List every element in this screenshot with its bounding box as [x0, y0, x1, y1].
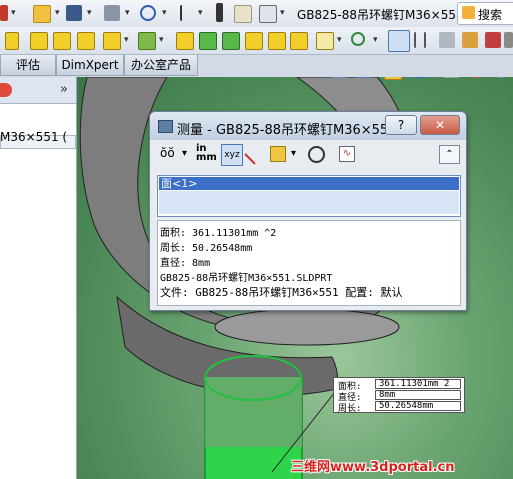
chevron-down-icon[interactable]: ▾	[125, 8, 130, 18]
check-icon[interactable]	[462, 32, 478, 48]
revolve-icon[interactable]	[53, 32, 71, 50]
undo-icon[interactable]	[140, 5, 156, 21]
callout-row: 面积: 361.11301mm 2	[334, 379, 464, 392]
tab-evaluate[interactable]: 评估	[0, 55, 56, 76]
sweep-icon[interactable]	[77, 32, 95, 50]
print-icon[interactable]	[104, 5, 120, 21]
close-button[interactable]: ✕	[420, 115, 460, 135]
view-toolbar	[283, 77, 513, 81]
file-config-result: 文件: GB825-88吊环螺钉M36×551 配置: 默认	[160, 286, 403, 299]
rebuild-traffic-light-icon[interactable]	[216, 3, 223, 22]
hole-icon[interactable]	[268, 32, 286, 50]
selection-list[interactable]: 面<1>	[157, 175, 461, 217]
measure-icon	[158, 120, 173, 133]
chevron-down-icon[interactable]: ▾	[291, 148, 296, 166]
chevron-down-icon[interactable]: ▾	[124, 35, 129, 45]
part-file-result: GB825-88吊环螺钉M36×551.SLDPRT	[160, 273, 333, 284]
arc-circle-measure-icon[interactable]: ŏŏ	[160, 146, 175, 164]
tab-dimxpert[interactable]: DimXpert	[56, 55, 124, 76]
callout-key: 周长:	[338, 404, 362, 414]
fillet-icon[interactable]	[176, 32, 194, 50]
chevron-down-icon[interactable]: ▾	[337, 35, 342, 45]
perimeter-result: 周长: 50.26548mm	[160, 243, 253, 254]
extrude-icon[interactable]	[30, 32, 48, 50]
simulation-icon[interactable]	[504, 32, 513, 48]
loft-icon[interactable]	[103, 32, 121, 50]
feature-tree-item[interactable]: M36×551 (	[0, 130, 67, 144]
rib-icon[interactable]	[245, 32, 263, 50]
watermark: 三维网www.3dportal.cn	[291, 460, 455, 475]
measure-toolbar: ŏŏ ▾ in mm xyz ▾ ∿ ⌃	[156, 143, 460, 168]
hide-show-items-icon[interactable]	[443, 77, 459, 78]
chevron-down-icon[interactable]: ▾	[55, 8, 60, 18]
view-orientation-icon[interactable]	[384, 77, 402, 80]
standard-toolbar: ▾ ▾ ▾ ▾ ▾ ▾ ▾ GB825-88吊环螺钉M36×551 * 搜索	[0, 0, 513, 28]
chevron-down-icon[interactable]: ▾	[373, 35, 378, 45]
edit-appearance-icon[interactable]	[469, 77, 485, 78]
measure-tool-icon[interactable]	[388, 30, 410, 52]
create-sensor-icon[interactable]: ∿	[339, 146, 355, 162]
command-manager-tabs: 评估 DimXpert 办公室产品	[0, 55, 513, 77]
collapse-button[interactable]: ⌃	[439, 145, 460, 164]
statistics-icon[interactable]	[485, 32, 501, 48]
mass-properties-icon[interactable]	[414, 32, 426, 48]
features-toolbar: ▾ ▾ ▾ ▾	[0, 27, 513, 55]
shell-icon[interactable]	[222, 32, 240, 50]
feature-manager-panel: » M36×551 (	[0, 77, 77, 479]
chevron-down-icon[interactable]: ▾	[87, 8, 92, 18]
search-label: 搜索	[478, 8, 503, 22]
callout-value: 8mm	[375, 390, 461, 400]
panel-tab-strip: »	[0, 77, 76, 104]
measure-dialog: 测量 - GB825-88吊环螺钉M36×551 ? ✕ ŏŏ ▾ in mm …	[149, 111, 467, 311]
units-precision-button[interactable]: in mm	[196, 144, 217, 163]
save-icon[interactable]	[66, 5, 82, 21]
open-folder-icon[interactable]	[33, 5, 51, 23]
diameter-result: 直径: 8mm	[160, 258, 211, 269]
reference-geometry-icon[interactable]	[316, 32, 334, 50]
units-bottom-label: mm	[196, 152, 217, 163]
chevron-down-icon[interactable]: ▾	[198, 8, 203, 18]
curves-icon[interactable]	[351, 32, 365, 46]
section-view-icon[interactable]	[355, 77, 371, 78]
dialog-titlebar[interactable]: 测量 - GB825-88吊环螺钉M36×551 ? ✕	[150, 112, 466, 140]
document-title: GB825-88吊环螺钉M36×551 *	[297, 8, 474, 22]
expand-icon[interactable]: »	[60, 82, 68, 97]
appearance-icon[interactable]	[0, 83, 12, 97]
file-properties-icon[interactable]	[234, 5, 252, 23]
measurement-history-icon[interactable]	[308, 146, 325, 163]
point-to-point-icon[interactable]	[244, 143, 266, 165]
selection-list-empty	[159, 191, 459, 214]
callout-row: 周长: 50.26548mm	[334, 401, 464, 414]
projection-icon[interactable]	[270, 146, 286, 162]
draft-icon[interactable]	[290, 32, 308, 50]
help-button[interactable]: ?	[385, 115, 417, 135]
section-properties-icon[interactable]	[439, 32, 455, 48]
callout-row: 直径: 8mm	[334, 390, 464, 403]
chevron-down-icon[interactable]: ▾	[11, 8, 16, 18]
chevron-down-icon[interactable]: ▾	[159, 35, 164, 45]
area-result: 面积: 361.11301mm ^2	[160, 228, 277, 239]
selected-face-item[interactable]: 面<1>	[159, 177, 459, 190]
arrow-left-icon[interactable]	[0, 5, 8, 21]
chevron-down-icon[interactable]: ▾	[182, 148, 187, 166]
display-style-icon[interactable]	[412, 77, 428, 78]
select-cursor-icon[interactable]	[180, 5, 198, 21]
search-icon	[462, 6, 475, 19]
options-icon[interactable]	[259, 5, 277, 23]
search-box[interactable]: 搜索	[457, 2, 513, 25]
apply-scene-icon[interactable]	[493, 77, 509, 78]
measure-callout: 面积: 361.11301mm 2 直径: 8mm 周长: 50.26548mm	[333, 377, 465, 414]
toolbar-handle-icon[interactable]	[5, 32, 19, 50]
tab-office-products[interactable]: 办公室产品	[124, 55, 198, 76]
xyz-measure-icon[interactable]: xyz	[221, 144, 243, 166]
measure-results: 面积: 361.11301mm ^2 周长: 50.26548mm 直径: 8m…	[157, 220, 461, 306]
callout-value: 50.26548mm	[375, 401, 461, 411]
dialog-title: 测量 - GB825-88吊环螺钉M36×551	[177, 123, 397, 138]
chevron-down-icon[interactable]: ▾	[280, 8, 285, 18]
chevron-down-icon[interactable]: ▾	[162, 8, 167, 18]
previous-view-icon[interactable]	[331, 77, 347, 78]
chamfer-icon[interactable]	[199, 32, 217, 50]
pattern-icon[interactable]	[138, 32, 156, 50]
callout-value: 361.11301mm 2	[375, 379, 461, 389]
